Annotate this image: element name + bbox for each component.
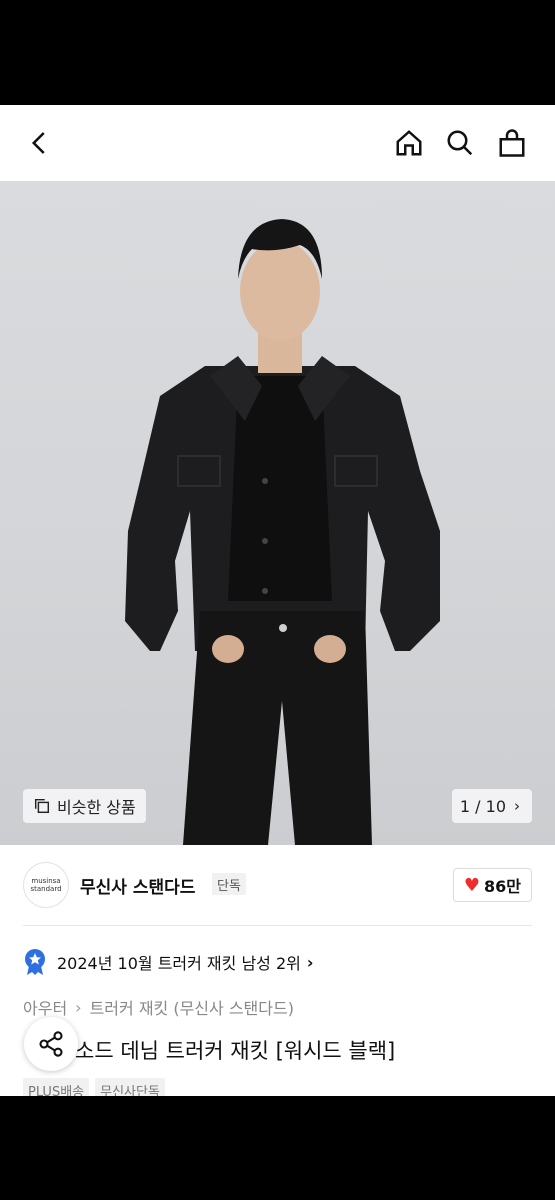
home-icon <box>396 130 422 156</box>
brand-logo-text-1: musinsa <box>31 877 61 885</box>
top-app-bar <box>0 105 555 181</box>
chevron-right-icon: › <box>514 797 520 815</box>
ranking-text: 2024년 10월 트러커 재킷 남성 2위 <box>57 954 301 973</box>
brand-logo[interactable]: musinsa standard <box>23 862 69 908</box>
chevron-right-icon: › <box>306 952 314 972</box>
brand-row: musinsa standard 무신사 스탠다드 단독 ♥ 86만 <box>0 845 555 925</box>
similar-products-button[interactable]: 비슷한 상품 <box>23 789 146 823</box>
share-icon <box>39 1031 63 1057</box>
image-counter: 1 / 10 <box>459 796 506 816</box>
similar-products-label: 비슷한 상품 <box>57 798 136 817</box>
ranking-badge-icon <box>25 949 45 975</box>
product-tags: PLUS배송 무신사단독 <box>23 1078 171 1096</box>
like-button[interactable]: ♥ 86만 <box>452 868 532 902</box>
product-detail-page: 비슷한 상품 1 / 10 › musinsa standard 무신사 스탠다… <box>0 105 555 1096</box>
exclusive-badge: 단독 <box>212 873 246 895</box>
divider <box>23 925 532 926</box>
brand-name-link[interactable]: 무신사 스탠다드 <box>80 873 195 898</box>
brand-logo-text-2: standard <box>30 885 62 893</box>
breadcrumb-outer[interactable]: 아우터 <box>23 995 67 1019</box>
navigation-bar-area <box>0 1096 555 1200</box>
breadcrumb: 아우터 › 트러커 재킷 (무신사 스탠다드) <box>23 995 294 1019</box>
similar-items-icon <box>34 798 50 814</box>
product-image-carousel[interactable]: 비슷한 상품 1 / 10 › <box>0 181 555 845</box>
search-button[interactable] <box>442 125 478 161</box>
search-icon <box>447 130 473 156</box>
breadcrumb-trucker-jacket[interactable]: 트러커 재킷 (무신사 스탠다드) <box>90 995 294 1019</box>
shopping-bag-icon <box>499 129 525 157</box>
share-button[interactable] <box>24 1017 78 1071</box>
home-button[interactable] <box>391 125 427 161</box>
ranking-link[interactable]: 2024년 10월 트러커 재킷 남성 2위 › <box>23 948 313 976</box>
back-button[interactable] <box>22 125 58 161</box>
product-photo <box>125 219 440 845</box>
plus-delivery-tag: PLUS배송 <box>23 1078 90 1096</box>
heart-icon: ♥ <box>463 874 480 896</box>
chevron-left-icon <box>31 132 45 154</box>
like-count: 86만 <box>484 877 521 896</box>
status-bar-area <box>0 0 555 105</box>
image-counter-button[interactable]: 1 / 10 › <box>451 789 532 823</box>
product-title: 소드 데님 트러커 재킷 [워시드 블랙] <box>75 1039 396 1063</box>
cart-button[interactable] <box>494 125 530 161</box>
chevron-right-icon: › <box>75 997 82 1017</box>
musinsa-exclusive-tag: 무신사단독 <box>95 1078 165 1096</box>
